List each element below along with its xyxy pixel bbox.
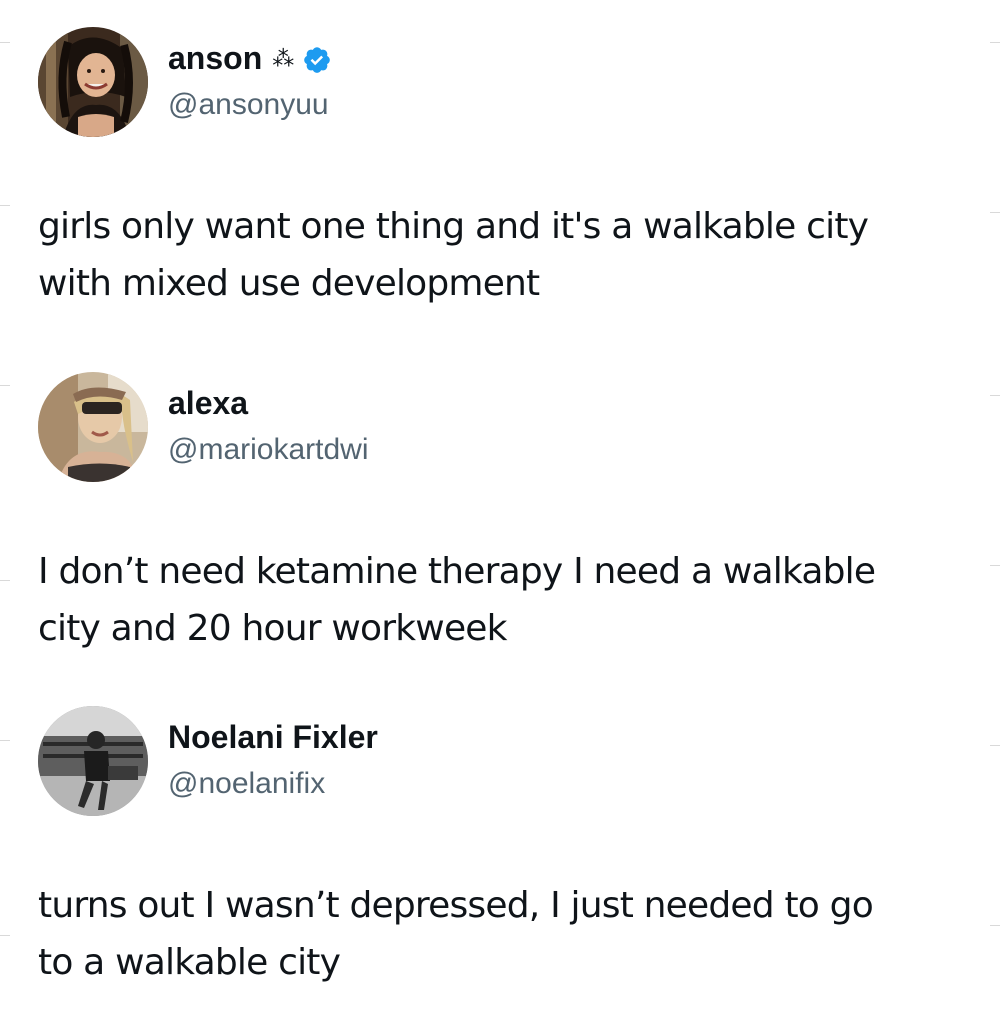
post-text-line: turns out I wasn’t depressed, I just nee… <box>38 885 874 926</box>
avatar-photo-noelanifix <box>38 706 148 816</box>
avatar[interactable] <box>38 372 148 482</box>
edge-mark <box>990 42 1000 43</box>
post-text: turns out I wasn’t depressed, I just nee… <box>38 877 978 991</box>
edge-mark <box>990 925 1000 926</box>
avatar-photo-ansonyuu <box>38 27 148 137</box>
display-name[interactable]: anson <box>168 39 262 77</box>
post-text-line: to a walkable city <box>38 942 341 983</box>
edge-mark <box>0 580 10 581</box>
handle[interactable]: @mariokartdwi <box>168 432 369 468</box>
post-header: anson ⁂ @ansonyuu <box>38 27 738 137</box>
edge-mark <box>0 935 10 936</box>
name-row: alexa <box>168 384 248 422</box>
edge-mark <box>990 565 1000 566</box>
sparkles-icon: ⁂ <box>272 47 295 72</box>
name-row: Noelani Fixler <box>168 718 378 756</box>
handle[interactable]: @noelanifix <box>168 766 325 802</box>
edge-mark <box>0 385 10 386</box>
post-text-line: girls only want one thing and it's a wal… <box>38 206 869 247</box>
post-text: I don’t need ketamine therapy I need a w… <box>38 543 978 657</box>
verified-badge-icon[interactable] <box>302 45 332 75</box>
avatar[interactable] <box>38 27 148 137</box>
display-name[interactable]: alexa <box>168 384 248 422</box>
avatar-photo-mariokartdwi <box>38 372 148 482</box>
name-row: anson ⁂ <box>168 39 332 77</box>
screenshot-page: anson ⁂ @ansonyuu girls only want one th… <box>0 0 1000 1015</box>
edge-mark <box>990 395 1000 396</box>
post-header: Noelani Fixler @noelanifix <box>38 706 738 816</box>
handle[interactable]: @ansonyuu <box>168 87 329 123</box>
edge-mark <box>0 740 10 741</box>
post-text: girls only want one thing and it's a wal… <box>38 198 978 312</box>
edge-mark <box>0 205 10 206</box>
display-name[interactable]: Noelani Fixler <box>168 718 378 756</box>
post-text-line: with mixed use development <box>38 263 540 304</box>
edge-mark <box>990 745 1000 746</box>
post-text-line: I don’t need ketamine therapy I need a w… <box>38 551 876 592</box>
post-text-line: city and 20 hour workweek <box>38 608 508 649</box>
edge-mark <box>990 212 1000 213</box>
avatar[interactable] <box>38 706 148 816</box>
edge-mark <box>0 42 10 43</box>
post-header: alexa @mariokartdwi <box>38 372 738 482</box>
